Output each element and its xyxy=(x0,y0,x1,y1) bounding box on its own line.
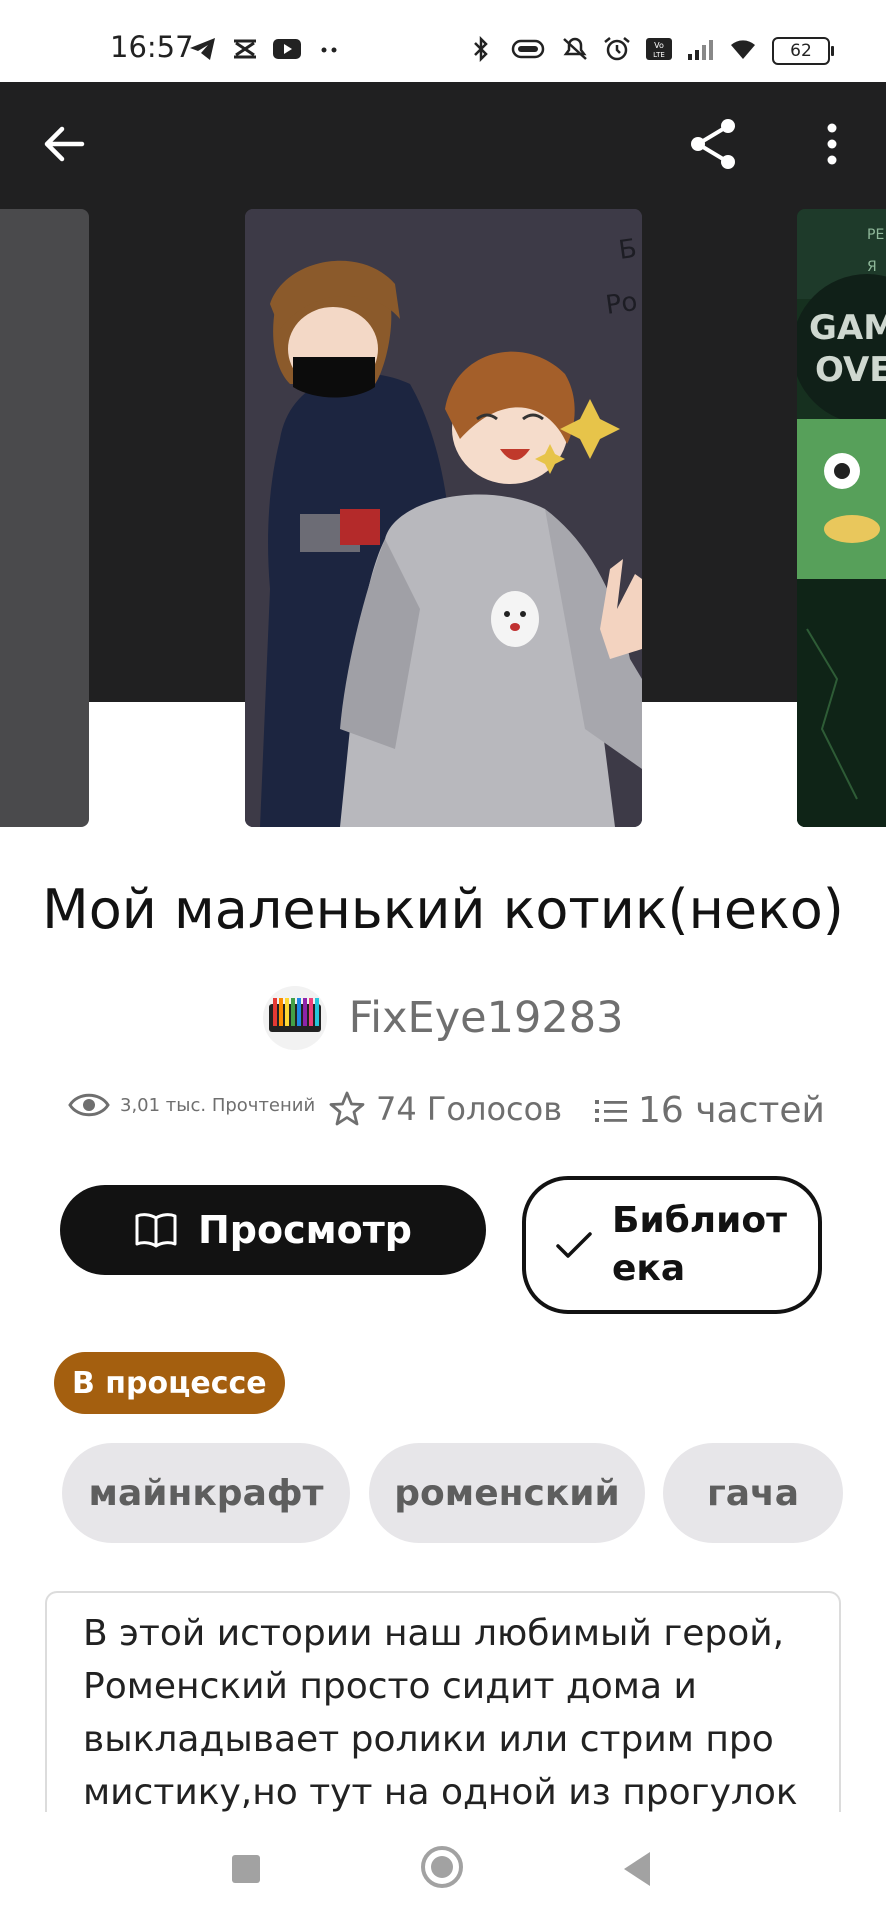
more-vertical-icon[interactable] xyxy=(808,118,856,170)
checkmark-icon xyxy=(556,1232,592,1258)
status-right-icons: Vo LTE xyxy=(466,34,758,64)
next-story-cover[interactable]: РЕ Я GAM OVE xyxy=(797,209,886,827)
author-row[interactable]: FixEye19283 xyxy=(0,986,886,1050)
wifi-icon xyxy=(731,40,755,59)
status-bar: 16:57 Vo LTE 62 xyxy=(0,0,886,82)
author-avatar[interactable] xyxy=(262,986,327,1050)
youtube-icon xyxy=(273,39,301,59)
read-button-label: Просмотр xyxy=(197,1208,413,1252)
mute-icon xyxy=(563,37,587,60)
battery-indicator: 62 xyxy=(772,37,834,65)
svg-text:Vo: Vo xyxy=(654,41,664,50)
signal-icon xyxy=(688,40,713,60)
previous-story-cover[interactable] xyxy=(0,209,89,827)
svg-text:LTE: LTE xyxy=(653,51,665,59)
markers-avatar-image xyxy=(268,998,321,1032)
home-button[interactable] xyxy=(421,1846,463,1888)
status-badge: В процессе xyxy=(54,1352,285,1414)
next-cover-illustration: РЕ Я GAM OVE xyxy=(797,209,886,827)
cover-illustration: Б Ро xyxy=(245,209,642,827)
open-book-icon xyxy=(135,1213,177,1248)
next-cover-text-4: Я xyxy=(867,259,877,275)
status-left-icons xyxy=(188,34,344,64)
star-icon xyxy=(329,1091,365,1126)
description-text: В этой истории наш любимый герой, Роменс… xyxy=(83,1613,798,1813)
alarm-icon xyxy=(604,37,630,61)
bluetooth-icon xyxy=(474,36,488,62)
reads-count: 3,01 тыс. Прочтений xyxy=(120,1094,316,1116)
author-name[interactable]: FixEye19283 xyxy=(349,993,624,1043)
next-cover-text-1: GAM xyxy=(809,308,886,348)
parts-stat: 16 частей xyxy=(594,1090,825,1131)
parts-count: 16 частей xyxy=(638,1090,825,1131)
reads-stat: 3,01 тыс. Прочтений xyxy=(68,1090,315,1120)
next-cover-text-2: OVE xyxy=(815,350,886,390)
tag-chip[interactable]: майнкрафт xyxy=(62,1443,350,1543)
more-dots-icon xyxy=(321,47,337,53)
votes-stat: 74 Голосов xyxy=(328,1090,562,1128)
capcut-icon xyxy=(234,39,256,59)
tag-chip[interactable]: роменский xyxy=(369,1443,645,1543)
next-cover-text-3: РЕ xyxy=(867,227,884,243)
story-title: Мой маленький котик(неко) xyxy=(42,878,844,941)
recents-button[interactable] xyxy=(232,1855,260,1883)
cover-text-2: Ро xyxy=(604,287,639,321)
back-button[interactable] xyxy=(624,1852,650,1886)
library-button[interactable]: Библиотека xyxy=(522,1176,822,1314)
telegram-icon xyxy=(190,38,215,60)
list-icon xyxy=(595,1099,627,1122)
tag-chip[interactable]: гача xyxy=(663,1443,843,1543)
eye-icon xyxy=(68,1093,110,1117)
back-arrow-icon[interactable] xyxy=(38,118,90,170)
status-time: 16:57 xyxy=(110,30,194,64)
library-button-label: Библиотека xyxy=(612,1200,787,1289)
votes-count: 74 Голосов xyxy=(376,1090,563,1128)
read-button[interactable]: Просмотр xyxy=(60,1185,486,1275)
description-box[interactable]: В этой истории наш любимый герой, Роменс… xyxy=(45,1591,841,1821)
share-icon[interactable] xyxy=(684,114,744,174)
vibrate-icon xyxy=(511,39,545,59)
story-cover: Б Ро xyxy=(245,209,642,827)
volte-icon: VoLTE xyxy=(646,38,672,60)
